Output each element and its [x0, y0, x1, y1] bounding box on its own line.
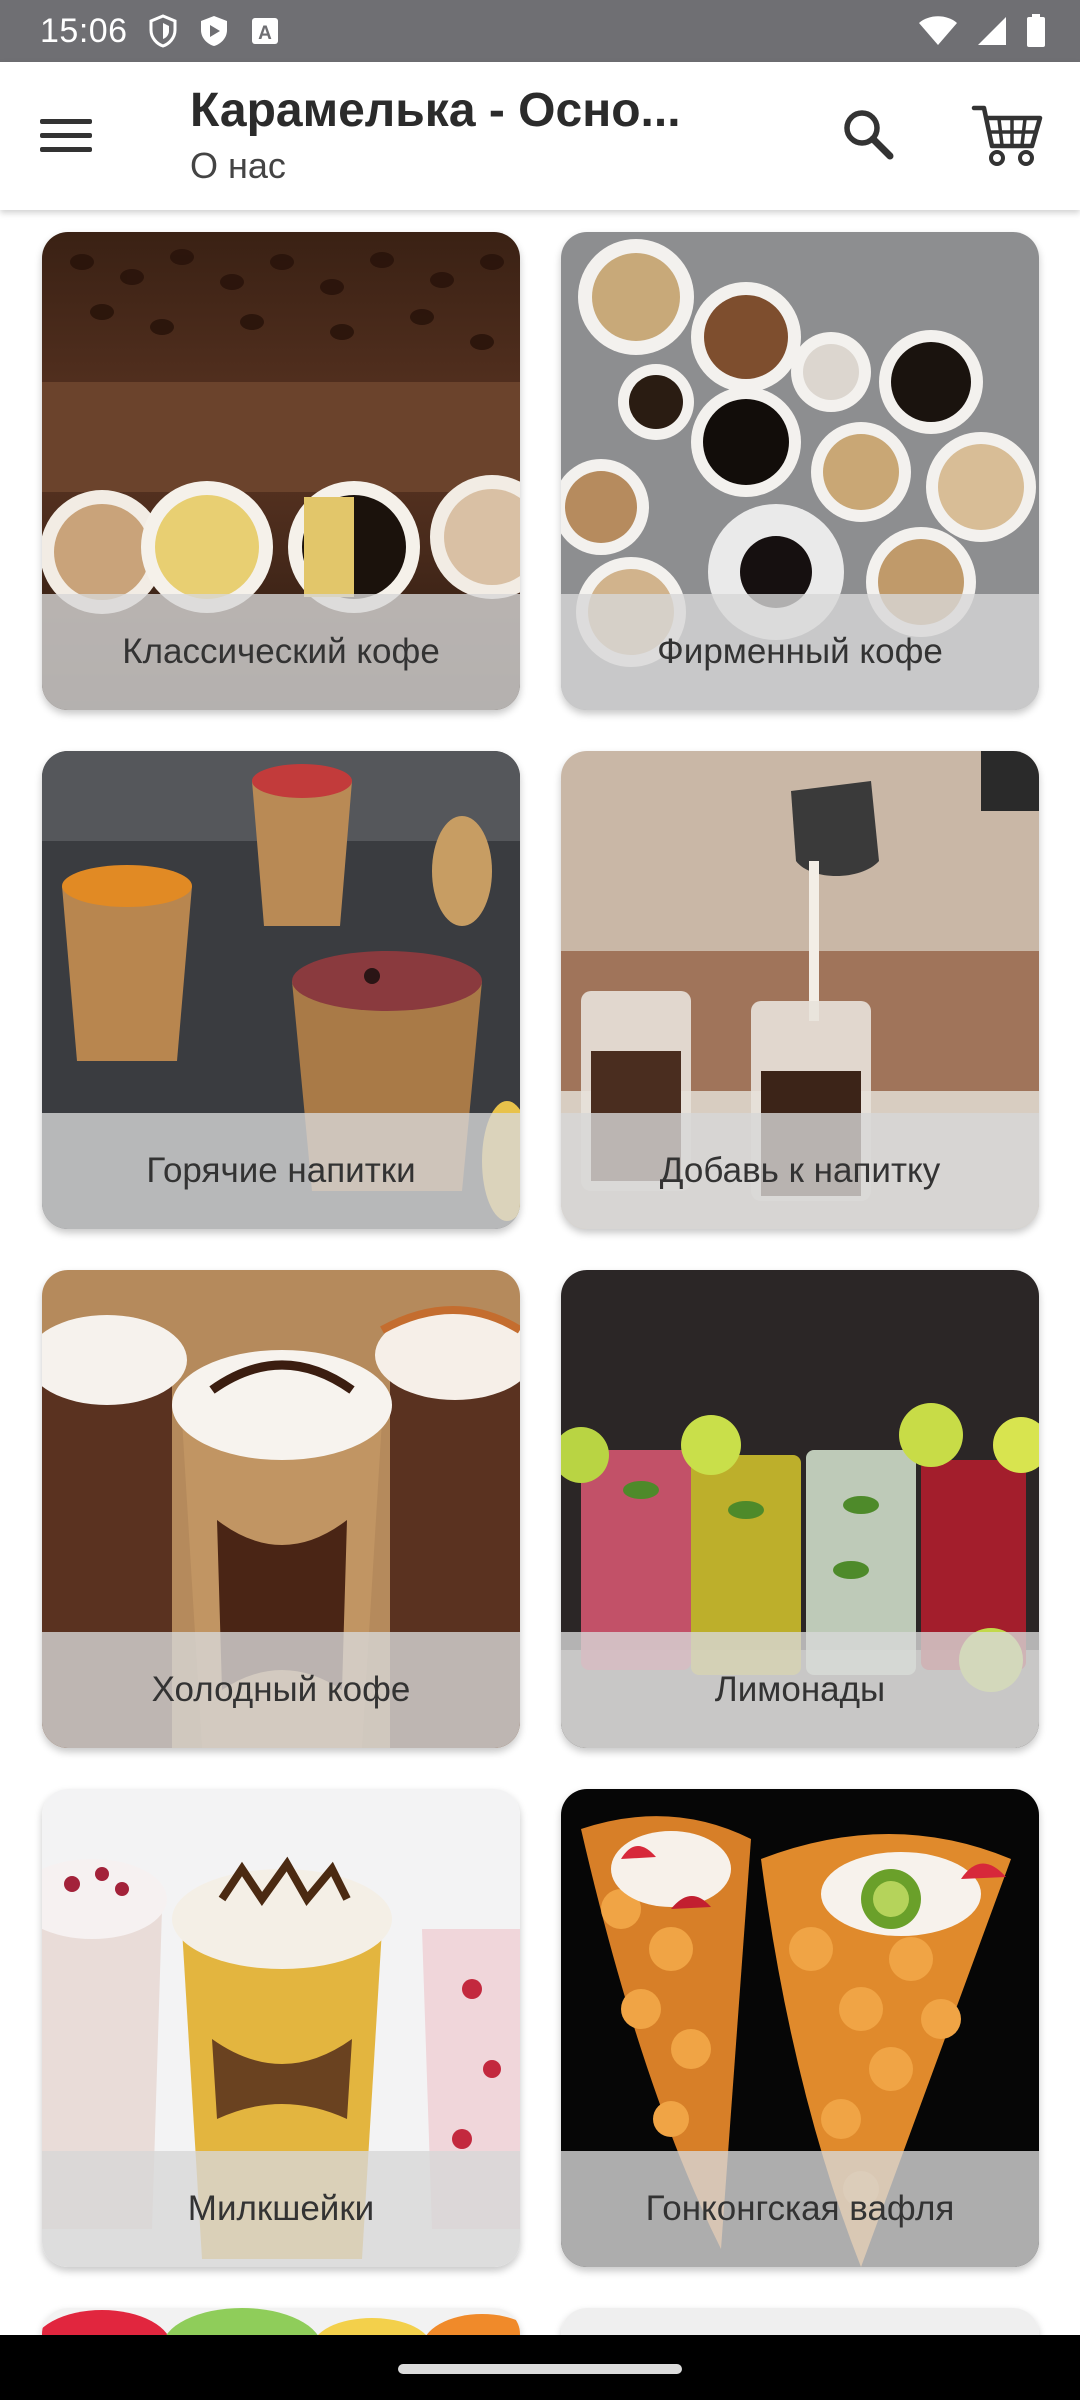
signal-icon — [976, 15, 1008, 47]
category-label: Добавь к напитку — [561, 1113, 1039, 1229]
category-photo — [561, 2308, 1039, 2335]
category-label: Классический кофе — [42, 594, 520, 710]
status-time: 15:06 — [40, 11, 128, 50]
shield-icon — [148, 14, 178, 48]
battery-icon — [1026, 14, 1046, 48]
play-protect-icon — [198, 14, 230, 48]
svg-text:A: A — [258, 23, 272, 44]
search-icon[interactable] — [838, 104, 898, 164]
keyboard-a-icon: A — [250, 16, 280, 46]
category-card-cold-coffee[interactable]: Холодный кофе — [42, 1270, 520, 1748]
home-gesture-handle[interactable] — [398, 2364, 682, 2374]
status-bar: 15:06 A — [0, 0, 1080, 62]
category-card-lemonades[interactable]: Лимонады — [561, 1270, 1039, 1748]
category-card-milkshakes[interactable]: Милкшейки — [42, 1789, 520, 2267]
category-card-classic-coffee[interactable]: Классический кофе — [42, 232, 520, 710]
ice-cream-photo — [42, 2308, 520, 2335]
hamburger-menu-icon[interactable] — [40, 110, 102, 160]
wifi-icon — [918, 15, 958, 47]
page-subtitle: О нас — [190, 145, 286, 186]
category-card-add-to-drink[interactable]: Добавь к напитку — [561, 751, 1039, 1229]
category-label: Холодный кофе — [42, 1632, 520, 1748]
category-card-partial[interactable] — [561, 2308, 1039, 2335]
category-label: Милкшейки — [42, 2151, 520, 2267]
category-grid: Классический кофе Фирменный кофе Горячие… — [0, 210, 1080, 2335]
category-card-hong-kong-waffle[interactable]: Гонконгская вафля — [561, 1789, 1039, 2267]
category-card-hot-drinks[interactable]: Горячие напитки — [42, 751, 520, 1229]
category-card-partial[interactable] — [42, 2308, 520, 2335]
category-label: Горячие напитки — [42, 1113, 520, 1229]
app-bar: Карамелька - Осно... О нас — [0, 62, 1080, 210]
category-card-signature-coffee[interactable]: Фирменный кофе — [561, 232, 1039, 710]
page-title: Карамелька - Осно... — [190, 84, 681, 137]
shopping-cart-icon[interactable] — [970, 100, 1044, 170]
category-label: Фирменный кофе — [561, 594, 1039, 710]
category-label: Лимонады — [561, 1632, 1039, 1748]
toolbar-titles: Карамелька - Осно... О нас — [190, 80, 750, 190]
navigation-bar — [0, 2335, 1080, 2400]
category-label: Гонконгская вафля — [561, 2151, 1039, 2267]
